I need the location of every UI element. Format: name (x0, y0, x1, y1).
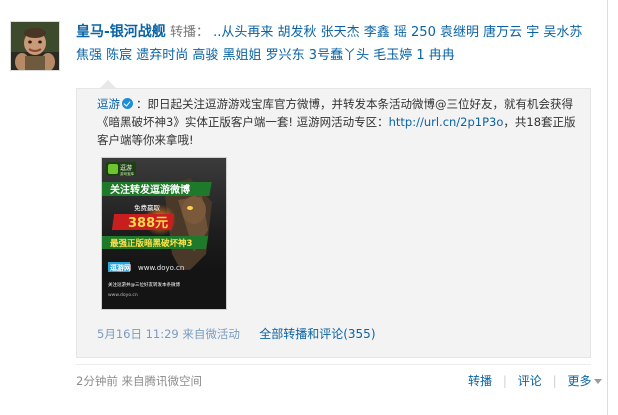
all-reposts-comments-link[interactable]: 全部转播和评论(355) (259, 327, 375, 341)
quoted-author-link[interactable]: 逗游 (97, 97, 120, 111)
quoted-source: 来自微活动 (182, 327, 240, 341)
verified-badge-icon (122, 98, 133, 109)
quoted-post-meta: 5月16日 11:29 来自微活动 全部转播和评论(355) (97, 325, 376, 342)
poster-logo: 逗游 (120, 164, 132, 172)
post-source: 来自腾讯微空间 (121, 374, 202, 388)
poster-footer-url: www.doyo.cn (108, 292, 138, 298)
quoted-link[interactable]: http://url.cn/2p1P3o (389, 115, 504, 129)
action-separator: | (552, 374, 557, 388)
poster-url: www.doyo.cn (138, 264, 184, 272)
poster-logo-sub: 游戏宝库 (120, 171, 134, 176)
post-author-link[interactable]: 皇马-银河战舰 (76, 24, 166, 40)
avatar[interactable] (10, 21, 60, 71)
promo-image: 逗游 游戏宝库 关注转发逗游微博 免费赢取 388元 最强正版暗黑破坏神3 逗游… (102, 158, 226, 309)
comment-button[interactable]: 评论 (518, 374, 542, 388)
chevron-down-icon (594, 379, 603, 384)
more-button[interactable]: 更多 (567, 374, 603, 388)
poster-footer: 关注逗游并@三位好友转发本条微博 (108, 281, 180, 288)
quoted-date[interactable]: 5月16日 (97, 327, 142, 341)
poster-headline: 关注转发逗游微博 (110, 183, 190, 196)
right-border (607, 0, 608, 415)
post-time[interactable]: 2分钟前 (76, 374, 118, 388)
promo-image-thumbnail[interactable]: 逗游 游戏宝库 关注转发逗游微博 免费赢取 388元 最强正版暗黑破坏神3 逗游… (101, 157, 227, 310)
repost-button[interactable]: 转播 (468, 374, 492, 388)
poster-brand: 逗游网 (110, 263, 131, 272)
more-label: 更多 (567, 374, 592, 388)
repost-label: 转播： (169, 25, 209, 40)
avatar-image (11, 22, 59, 70)
quoted-post-text: 逗游 ：即日起关注逗游游戏宝库官方微博，并转发本条活动微博@三位好友，就有机会获得… (97, 95, 577, 149)
post-actions: 转播 | 评论 | 更多 (468, 372, 603, 389)
post-header: 皇马-银河战舰 转播： ..从头再来 胡发秋 张天杰 李鑫 瑶 250 袁继明 … (76, 21, 596, 67)
post-meta: 2分钟前 来自腾讯微空间 (76, 373, 202, 389)
poster-prize-label: 免费赢取 (134, 203, 161, 212)
poster-price: 388元 (128, 216, 168, 231)
quoted-time[interactable]: 11:29 (146, 327, 179, 341)
quoted-post: 逗游 ：即日起关注逗游游戏宝库官方微博，并转发本条活动微博@三位好友，就有机会获得… (76, 88, 591, 358)
action-separator: | (502, 374, 507, 388)
quote-arrow (100, 80, 116, 88)
post-divider (76, 364, 591, 365)
poster-sub-headline: 最强正版暗黑破坏神3 (110, 238, 193, 249)
